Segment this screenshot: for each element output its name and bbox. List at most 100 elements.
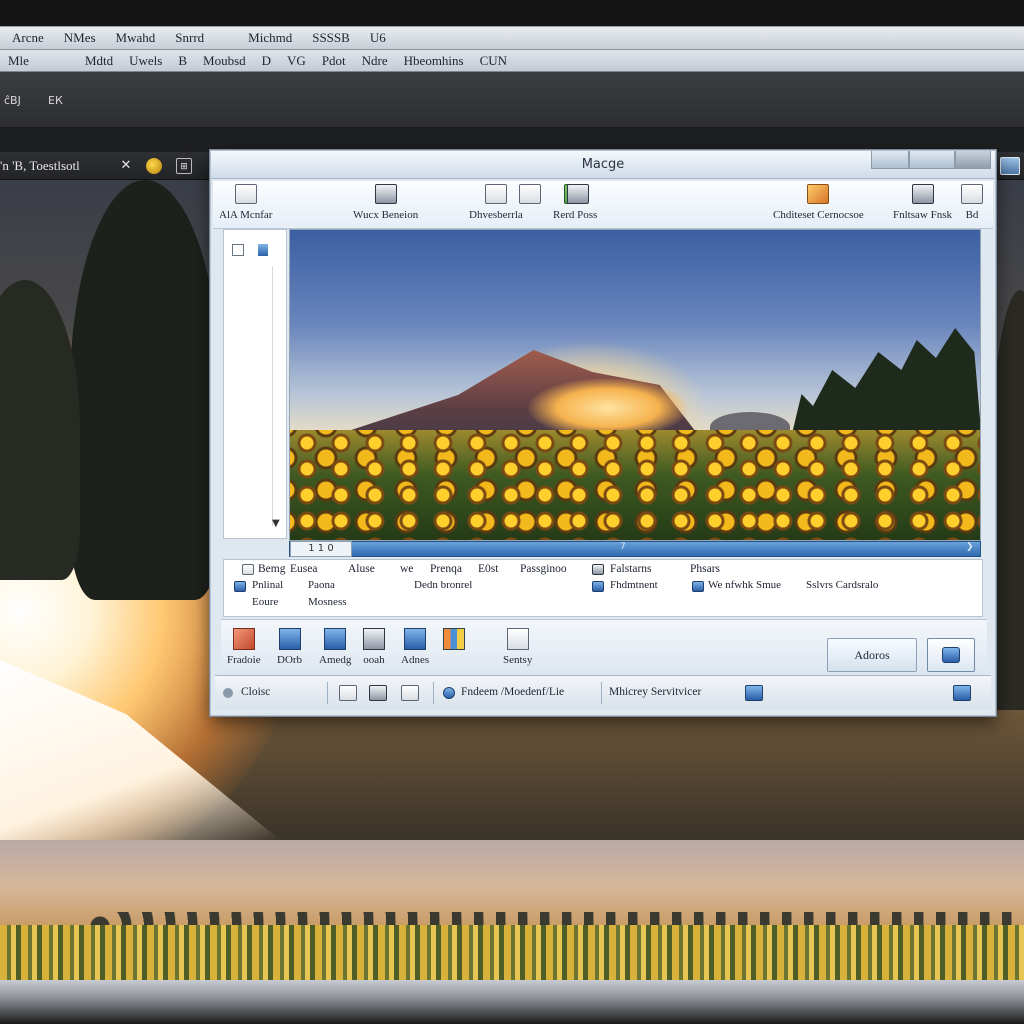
layers-scrollbar[interactable] bbox=[272, 266, 284, 526]
host-menu-item[interactable]: Arcne bbox=[4, 30, 52, 46]
canvas-horizontal-scrollbar[interactable]: 1 1 0 7 ❯ bbox=[289, 541, 981, 557]
box-icon[interactable]: ⊞ bbox=[176, 158, 192, 174]
camera-icon[interactable] bbox=[745, 685, 763, 701]
host-toolbar-item[interactable]: CUN bbox=[472, 53, 515, 69]
settings-button[interactable] bbox=[927, 638, 975, 672]
tools-icon[interactable] bbox=[401, 685, 419, 701]
ribbon-item[interactable]: AlA Mcnfar bbox=[219, 184, 272, 221]
action-button[interactable]: Fradoie bbox=[227, 628, 261, 666]
status-item[interactable]: Cloisc bbox=[241, 686, 270, 698]
host-menubar: Arcne NMes Mwahd Snrrd Michmd SSSSB U6 bbox=[0, 26, 1024, 50]
action-button[interactable]: DOrb bbox=[277, 628, 302, 666]
link-icon bbox=[443, 687, 455, 699]
window-icon[interactable] bbox=[339, 685, 357, 701]
box-icon bbox=[519, 184, 541, 204]
palette-icon bbox=[443, 628, 465, 650]
export-icon bbox=[404, 628, 427, 650]
property-icon bbox=[234, 581, 246, 592]
primary-action-button[interactable]: Adoros bbox=[827, 638, 917, 672]
host-menu-item[interactable]: Mwahd bbox=[108, 30, 164, 46]
host-menu-item[interactable]: SSSSB bbox=[304, 30, 358, 46]
frame-icon bbox=[232, 628, 255, 650]
action-label: Amedg bbox=[319, 654, 352, 666]
property-header[interactable]: Passginoo bbox=[520, 563, 567, 575]
layers-icon bbox=[374, 184, 397, 204]
layers-panel: ▼ bbox=[223, 229, 287, 539]
layer-checkbox[interactable] bbox=[232, 244, 244, 256]
ribbon-item[interactable]: Wucx Beneion bbox=[353, 184, 418, 221]
property-value: Dedn bronrel bbox=[414, 579, 473, 591]
ribbon-item[interactable]: Chditeset Cernocsoe bbox=[773, 184, 864, 221]
status-separator bbox=[327, 682, 328, 704]
close-x-icon[interactable]: ✕ bbox=[118, 158, 134, 174]
layer-thumbnail-icon[interactable] bbox=[258, 244, 268, 256]
scroll-down-icon[interactable]: ▼ bbox=[272, 518, 280, 529]
window-ribbon: AlA Mcnfar Wucx Beneion Dhvesberrla Rerd… bbox=[213, 181, 993, 229]
ribbon-item[interactable]: Dhvesberrla bbox=[469, 184, 523, 221]
settings-dot-icon[interactable] bbox=[146, 158, 162, 174]
host-menu-item[interactable]: U6 bbox=[362, 30, 394, 46]
book-icon bbox=[363, 628, 385, 650]
window-status-bar: Cloisc Fndeem /Moedenf/Lie Mhicrey Servi… bbox=[215, 675, 991, 709]
host-toolbar-item[interactable]: Pdot bbox=[314, 53, 354, 69]
host-toolbar-item[interactable]: VG bbox=[279, 53, 314, 69]
host-toolbar: Mle Mdtd Uwels B Moubsd D VG Pdot Ndre H… bbox=[0, 50, 1024, 72]
property-header[interactable]: Phsars bbox=[690, 563, 720, 575]
host-toolbar-item[interactable]: B bbox=[170, 53, 195, 69]
filter-icon bbox=[592, 564, 604, 575]
canvas-cloud bbox=[528, 378, 688, 438]
window-titlebar[interactable]: Macge bbox=[211, 151, 995, 179]
property-header[interactable]: we bbox=[400, 563, 413, 575]
calendar-icon[interactable] bbox=[369, 685, 387, 701]
status-item[interactable]: Mhicrey Servitvicer bbox=[609, 686, 701, 698]
page-icon bbox=[961, 184, 983, 204]
action-button[interactable]: Adnes bbox=[401, 628, 429, 666]
host-menu-item[interactable]: Michmd bbox=[240, 30, 300, 46]
host-toolbar-item[interactable]: Mle bbox=[0, 53, 37, 69]
ribbon-item-label: AlA Mcnfar bbox=[219, 209, 273, 221]
properties-panel: Bemg Eusea Aluse we Prenqa E0st Passgino… bbox=[223, 559, 983, 617]
monitor-icon[interactable] bbox=[953, 685, 971, 701]
property-header[interactable]: E0st bbox=[478, 563, 498, 575]
ribbon-item-label: Fnltsaw Fnsk bbox=[893, 209, 952, 221]
ribbon-item[interactable] bbox=[567, 184, 589, 204]
action-button[interactable] bbox=[443, 628, 465, 650]
host-toolbar-item[interactable]: Ndre bbox=[354, 53, 396, 69]
ribbon-item[interactable]: Fnltsaw Fnsk bbox=[893, 184, 952, 221]
scroll-end-icon[interactable]: ❯ bbox=[966, 542, 974, 552]
checkbox-icon[interactable] bbox=[692, 581, 704, 592]
action-button[interactable]: Sentsy bbox=[503, 628, 532, 666]
host-toolbar-item[interactable]: Mdtd bbox=[77, 53, 121, 69]
ribbon-item[interactable] bbox=[519, 184, 541, 204]
scroll-thumb-label: 7 bbox=[620, 542, 626, 552]
monitor-icon[interactable] bbox=[1000, 157, 1020, 175]
host-menu-item[interactable]: NMes bbox=[56, 30, 104, 46]
property-header[interactable]: Bemg bbox=[258, 563, 285, 575]
document-icon bbox=[234, 184, 257, 204]
share-icon bbox=[506, 628, 529, 650]
host-toolbar-item[interactable]: Moubsd bbox=[195, 53, 254, 69]
action-label: Fradoie bbox=[227, 654, 261, 666]
canvas-sunflower-field bbox=[290, 430, 980, 540]
host-toolbar-item[interactable]: D bbox=[254, 53, 279, 69]
action-button[interactable]: ooah bbox=[363, 628, 385, 666]
host-tab-title[interactable]: 'n 'B, Toestlsotl bbox=[0, 158, 80, 174]
host-toolbar-item[interactable]: Uwels bbox=[121, 53, 170, 69]
ribbon-item[interactable]: Bd bbox=[961, 184, 983, 221]
image-canvas[interactable] bbox=[289, 229, 981, 541]
action-button[interactable]: Amedg bbox=[319, 628, 351, 666]
property-header[interactable]: Falstarns bbox=[610, 563, 652, 575]
status-item[interactable]: Fndeem /Moedenf/Lie bbox=[461, 686, 564, 698]
property-header[interactable]: Aluse bbox=[348, 563, 375, 575]
minimize-button[interactable] bbox=[871, 151, 909, 169]
status-separator bbox=[601, 682, 602, 704]
page-indicator[interactable]: 1 1 0 bbox=[290, 541, 352, 557]
maximize-button[interactable] bbox=[909, 151, 955, 169]
action-toolbar: Fradoie DOrb Amedg ooah Adnes Sentsy Ado… bbox=[221, 619, 987, 675]
property-header[interactable]: Prenqa bbox=[430, 563, 462, 575]
host-toolbar-item[interactable]: Hbeomhins bbox=[396, 53, 472, 69]
property-value: Paona bbox=[308, 579, 335, 591]
close-button[interactable] bbox=[955, 151, 991, 169]
host-menu-item[interactable]: Snrrd bbox=[167, 30, 212, 46]
property-header[interactable]: Eusea bbox=[290, 563, 317, 575]
